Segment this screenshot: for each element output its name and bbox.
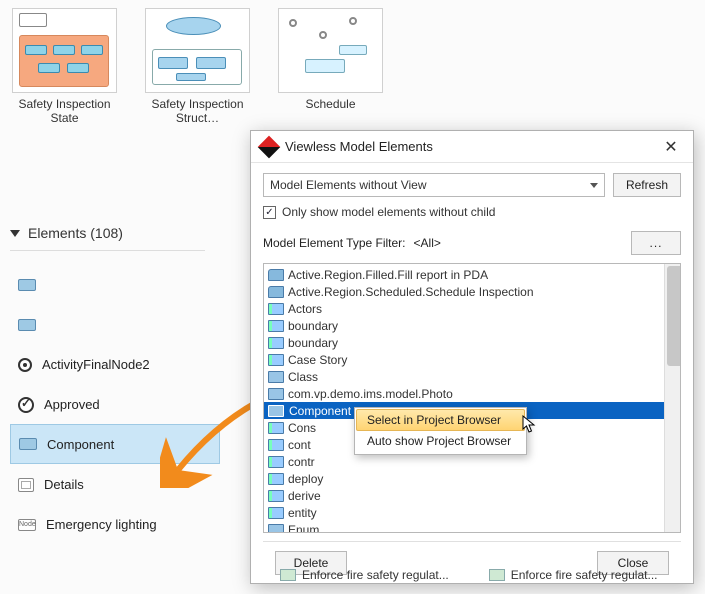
list-item-selected[interactable]: Component [10, 424, 220, 464]
element-label: Details [44, 477, 84, 492]
list-item[interactable] [10, 304, 220, 344]
component-icon [268, 405, 284, 417]
stereotype-icon [268, 422, 284, 434]
element-label: Emergency lighting [46, 517, 157, 532]
model-elements-listbox[interactable]: Active.Region.Filled.Fill report in PDA … [263, 263, 681, 533]
class-icon [268, 388, 284, 400]
close-icon[interactable]: ✕ [659, 137, 683, 157]
refresh-button[interactable]: Refresh [613, 173, 681, 197]
list-item-label: Case Story [288, 353, 347, 367]
elements-section-title: Elements (108) [28, 225, 123, 241]
collapse-triangle-icon [10, 230, 20, 237]
diagram-preview-icon [278, 8, 383, 93]
list-item-label: Cons [288, 421, 316, 435]
list-item-label: entity [288, 506, 317, 520]
diagram-thumbnail[interactable]: Safety Inspection State [12, 8, 117, 125]
background-elements-row: Enforce fire safety regulat... Enforce f… [280, 568, 700, 582]
list-item-label: Class [288, 370, 318, 384]
region-icon [268, 269, 284, 281]
approved-icon [18, 397, 34, 413]
stereotype-icon [268, 439, 284, 451]
stereotype-icon [268, 490, 284, 502]
list-item-label: cont [288, 438, 311, 452]
diagram-thumbnail-label: Schedule [278, 97, 383, 111]
list-item[interactable]: Enforce fire safety regulat... [489, 568, 658, 582]
scrollbar-thumb[interactable] [667, 266, 681, 366]
list-item[interactable]: Details [10, 464, 220, 504]
type-filter-label: Model Element Type Filter: [263, 236, 406, 250]
list-item-label: Active.Region.Filled.Fill report in PDA [288, 268, 488, 282]
list-item-label: derive [288, 489, 321, 503]
element-label: Component [47, 437, 114, 452]
scrollbar[interactable] [664, 264, 680, 532]
only-show-without-child-checkbox[interactable]: ✓ Only show model elements without child [263, 205, 681, 219]
elements-list: ActivityFinalNode2 Approved Component De… [10, 264, 220, 544]
element-label: Enforce fire safety regulat... [302, 568, 449, 582]
dialog-titlebar[interactable]: Viewless Model Elements ✕ [251, 131, 693, 163]
element-label: Approved [44, 397, 100, 412]
component-icon [19, 438, 37, 450]
combo-value: Model Elements without View [270, 178, 427, 192]
element-icon [18, 279, 36, 291]
list-item-label: Component [288, 404, 352, 418]
type-filter-more-button[interactable]: ... [631, 231, 681, 255]
diagram-thumbnail-label: Safety Inspection Struct… [145, 97, 250, 125]
diagram-thumbnail[interactable]: Safety Inspection Struct… [145, 8, 250, 125]
stereotype-icon [268, 303, 284, 315]
list-item[interactable]: Approved [10, 384, 220, 424]
list-item-label: boundary [288, 336, 338, 350]
stereotype-icon [268, 507, 284, 519]
context-menu: Select in Project Browser Auto show Proj… [354, 407, 527, 455]
enum-icon [268, 524, 284, 534]
stereotype-icon [268, 456, 284, 468]
stereotype-icon [268, 473, 284, 485]
region-icon [268, 286, 284, 298]
menu-item-auto-show-project-browser[interactable]: Auto show Project Browser [357, 430, 524, 452]
diagram-thumbnail-row: Safety Inspection State Safety Inspectio… [12, 8, 693, 125]
list-item-label: deploy [288, 472, 323, 486]
element-icon [280, 569, 296, 581]
list-item-label: Enum [288, 523, 319, 534]
list-item[interactable]: Node Emergency lighting [10, 504, 220, 544]
list-item-label: boundary [288, 319, 338, 333]
stereotype-icon [268, 320, 284, 332]
list-item[interactable]: ActivityFinalNode2 [10, 344, 220, 384]
stereotype-icon [268, 337, 284, 349]
app-logo-icon [258, 135, 281, 158]
activity-final-icon [18, 358, 32, 372]
list-item-label: com.vp.demo.ims.model.Photo [288, 387, 453, 401]
checkbox-label: Only show model elements without child [282, 205, 495, 219]
stereotype-icon [268, 354, 284, 366]
details-icon [18, 478, 34, 492]
section-divider [10, 250, 205, 251]
diagram-preview-icon [145, 8, 250, 93]
class-icon [268, 371, 284, 383]
list-item-label: Active.Region.Scheduled.Schedule Inspect… [288, 285, 534, 299]
node-icon: Node [18, 519, 36, 531]
view-filter-combo[interactable]: Model Elements without View [263, 173, 605, 197]
viewless-model-elements-dialog: Viewless Model Elements ✕ Model Elements… [250, 130, 694, 584]
type-filter-value: <All> [414, 236, 441, 250]
checkbox-icon: ✓ [263, 206, 276, 219]
elements-section-header[interactable]: Elements (108) [10, 225, 123, 241]
list-item-label: Actors [288, 302, 322, 316]
dialog-title: Viewless Model Elements [285, 139, 659, 154]
element-icon [489, 569, 505, 581]
menu-item-select-in-project-browser[interactable]: Select in Project Browser [356, 409, 525, 431]
diagram-preview-icon [12, 8, 117, 93]
list-item[interactable]: Enforce fire safety regulat... [280, 568, 449, 582]
diagram-thumbnail[interactable]: Schedule [278, 8, 383, 125]
diagram-thumbnail-label: Safety Inspection State [12, 97, 117, 125]
element-label: ActivityFinalNode2 [42, 357, 150, 372]
element-label: Enforce fire safety regulat... [511, 568, 658, 582]
element-icon [18, 319, 36, 331]
list-item-label: contr [288, 455, 315, 469]
list-item[interactable] [10, 264, 220, 304]
